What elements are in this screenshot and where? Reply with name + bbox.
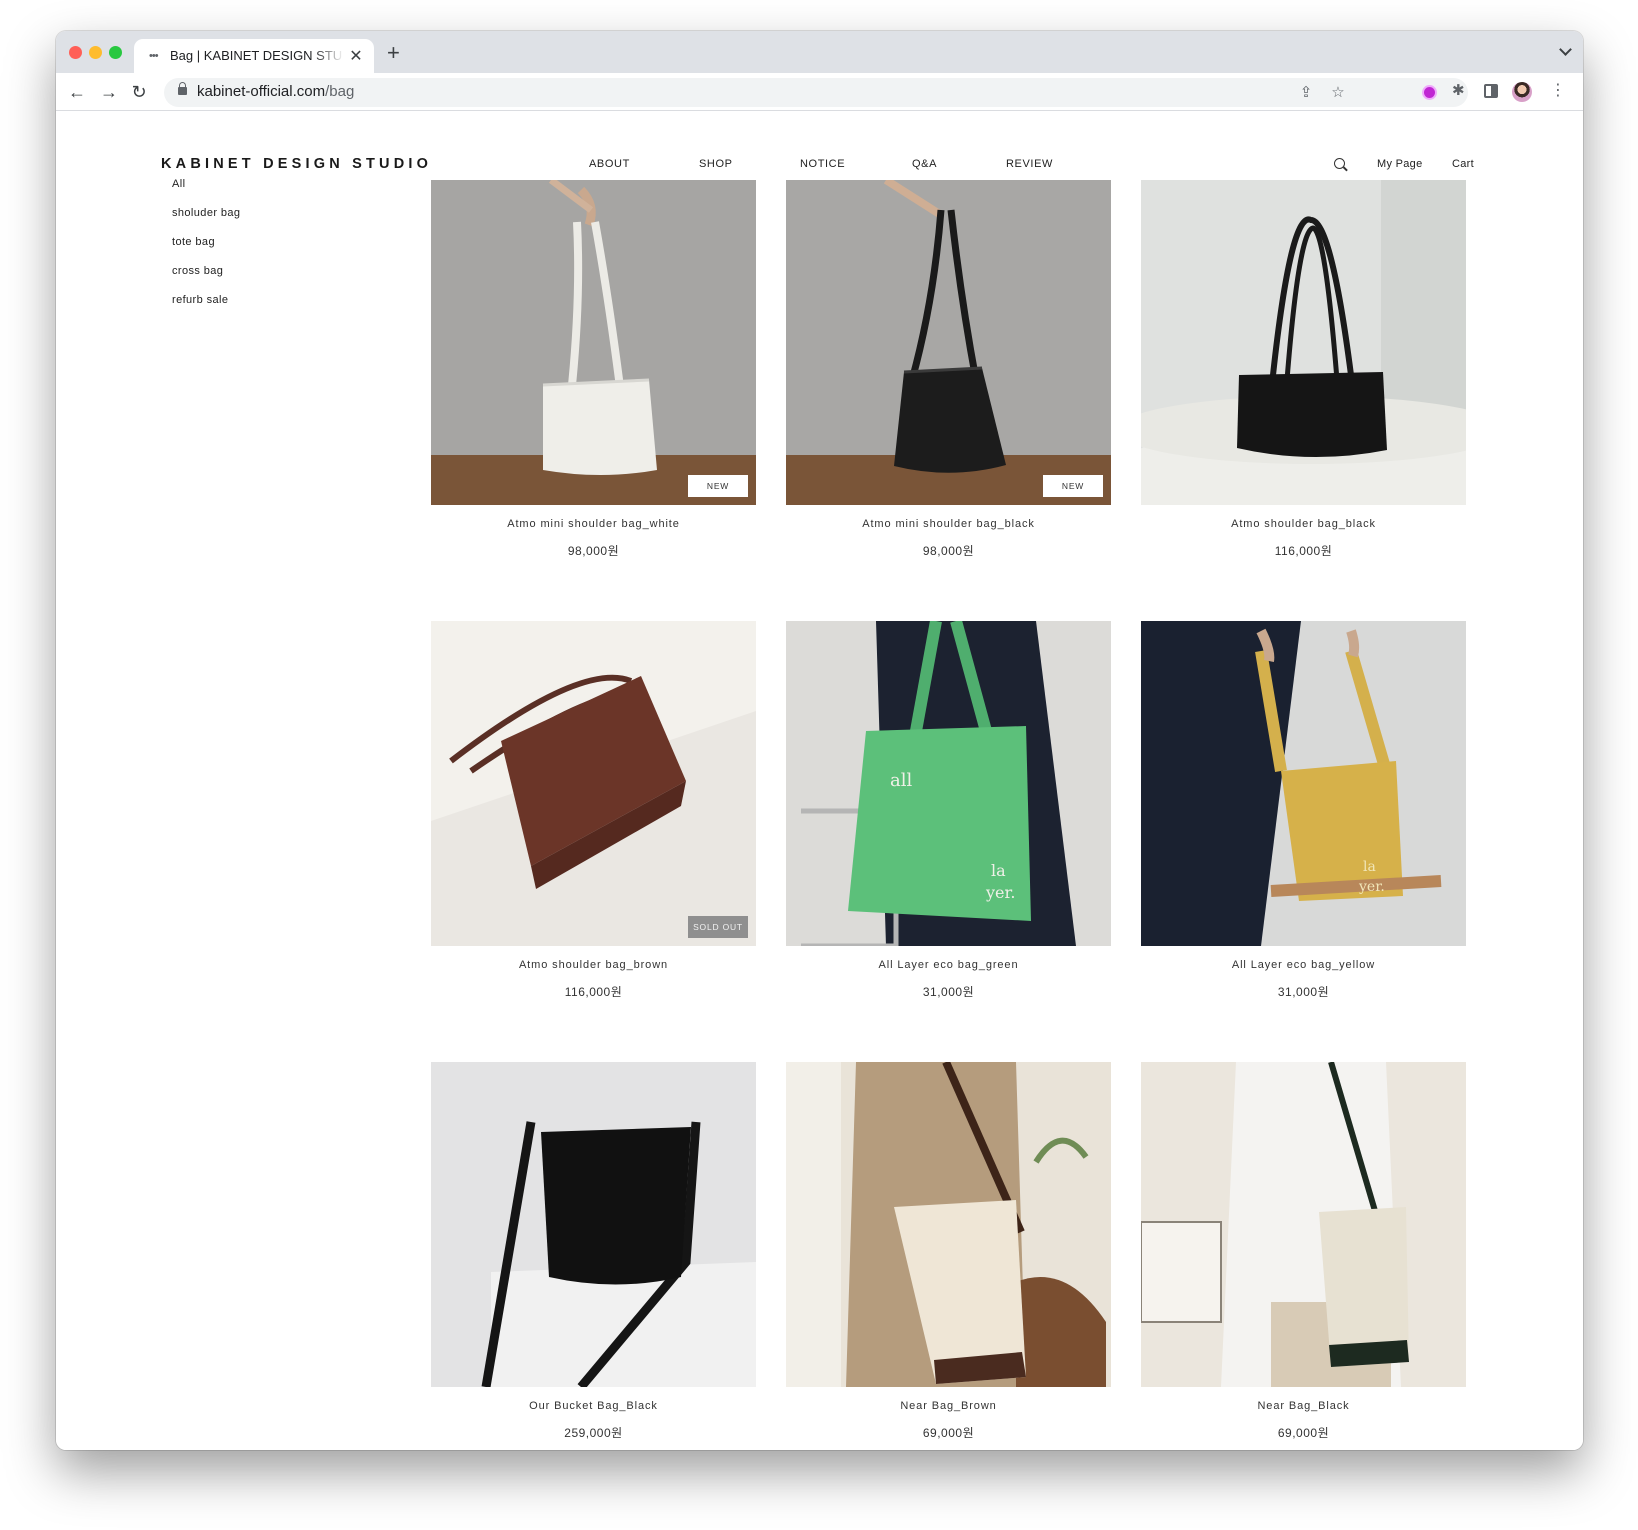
screenshot-stage: ••• Bag | KABINET DESIGN STUDIO ✕ + ← → …: [0, 0, 1638, 1530]
profile-avatar[interactable]: [1512, 82, 1532, 102]
product-card[interactable]: NEW Atmo mini shoulder bag_white 98,000원: [431, 180, 756, 558]
sidebar-item-tote-bag[interactable]: tote bag: [172, 236, 215, 248]
product-card[interactable]: Near Bag_Brown 69,000원: [786, 1062, 1111, 1440]
product-price: 116,000원: [1274, 544, 1333, 558]
product-card[interactable]: Our Bucket Bag_Black 259,000원: [431, 1062, 756, 1440]
product-price: 69,000원: [1277, 1426, 1330, 1440]
product-price: 259,000원: [564, 1426, 623, 1440]
product-photo-black-bucket-bag: [431, 1062, 756, 1387]
product-name[interactable]: Atmo shoulder bag_brown: [431, 959, 756, 971]
share-icon[interactable]: ⇪: [1296, 83, 1316, 101]
product-image[interactable]: la yer.: [1141, 621, 1466, 946]
sidebar-item-cross-bag[interactable]: cross bag: [172, 265, 223, 277]
url-host: kabinet-official.com: [197, 83, 326, 100]
plus-icon[interactable]: +: [387, 40, 400, 66]
svg-text:yer.: yer.: [1358, 879, 1385, 895]
nav-about[interactable]: ABOUT: [589, 158, 630, 170]
svg-text:yer.: yer.: [985, 883, 1015, 902]
nav-review[interactable]: REVIEW: [1006, 158, 1053, 170]
product-image[interactable]: [1141, 180, 1466, 505]
product-photo-black-shoulder-bag: [1141, 180, 1466, 505]
cart-link[interactable]: Cart: [1452, 158, 1474, 170]
product-image[interactable]: NEW: [431, 180, 756, 505]
product-image[interactable]: all la yer.: [786, 621, 1111, 946]
product-card[interactable]: Near Bag_Black 69,000원: [1141, 1062, 1466, 1440]
back-arrow-icon[interactable]: ←: [64, 79, 90, 105]
favicon-icon: •••: [149, 50, 159, 62]
product-price: 116,000원: [564, 985, 623, 999]
product-photo-green-eco-bag: all la yer.: [786, 621, 1111, 946]
tab-title-fade: [314, 45, 344, 67]
kebab-menu-icon[interactable]: ⋮: [1550, 80, 1566, 99]
product-price: 31,000원: [1277, 985, 1330, 999]
product-photo-yellow-eco-bag: la yer.: [1141, 621, 1466, 946]
svg-text:la: la: [1363, 859, 1376, 875]
product-photo-black-mini-shoulder-bag: [786, 180, 1111, 505]
product-name[interactable]: All Layer eco bag_green: [786, 959, 1111, 971]
product-price: 98,000원: [922, 544, 975, 558]
badge-new: NEW: [1043, 475, 1103, 497]
product-name[interactable]: Atmo shoulder bag_black: [1141, 518, 1466, 530]
url-path: /bag: [325, 83, 355, 100]
close-window-button[interactable]: [69, 46, 82, 59]
browser-window: ••• Bag | KABINET DESIGN STUDIO ✕ + ← → …: [56, 31, 1583, 1450]
badge-sold-out: SOLD OUT: [688, 916, 748, 938]
browser-toolbar: ← → ↻ kabinet-official.com/bag ⇪ ☆ ✱ ⋮: [56, 73, 1583, 111]
product-name[interactable]: Near Bag_Black: [1141, 1400, 1466, 1412]
product-image[interactable]: NEW: [786, 180, 1111, 505]
nav-notice[interactable]: NOTICE: [800, 158, 845, 170]
product-name[interactable]: Atmo mini shoulder bag_black: [786, 518, 1111, 530]
tab-search-chevron-down-icon[interactable]: [1559, 43, 1572, 56]
product-card[interactable]: la yer. All Layer eco bag_yellow 31,000원: [1141, 621, 1466, 999]
product-image[interactable]: [1141, 1062, 1466, 1387]
search-icon[interactable]: [1334, 158, 1345, 169]
product-photo-near-bag-black: [1141, 1062, 1466, 1387]
product-photo-near-bag-brown: [786, 1062, 1111, 1387]
product-photo-brown-shoulder-bag: [431, 621, 756, 946]
product-card[interactable]: SOLD OUT Atmo shoulder bag_brown 116,000…: [431, 621, 756, 999]
svg-text:all: all: [890, 770, 912, 791]
product-card[interactable]: NEW Atmo mini shoulder bag_black 98,000원: [786, 180, 1111, 558]
product-name[interactable]: Near Bag_Brown: [786, 1400, 1111, 1412]
puzzle-icon[interactable]: ✱: [1452, 81, 1468, 99]
side-panel-icon[interactable]: [1484, 84, 1498, 98]
browser-tab-active[interactable]: ••• Bag | KABINET DESIGN STUDIO ✕: [134, 39, 374, 73]
sidebar-item-refurb-sale[interactable]: refurb sale: [172, 294, 228, 306]
product-card[interactable]: Atmo shoulder bag_black 116,000원: [1141, 180, 1466, 558]
page-viewport: KABINET DESIGN STUDIO ABOUT SHOP NOTICE …: [56, 112, 1583, 1450]
star-icon[interactable]: ☆: [1328, 83, 1348, 101]
product-photo-white-mini-shoulder-bag: [431, 180, 756, 505]
forward-arrow-icon[interactable]: →: [96, 79, 122, 105]
product-price: 31,000원: [922, 985, 975, 999]
extension-icon[interactable]: [1422, 85, 1437, 100]
lock-icon: [178, 82, 187, 95]
product-price: 69,000원: [922, 1426, 975, 1440]
url-text[interactable]: kabinet-official.com/bag: [197, 83, 354, 100]
product-image[interactable]: SOLD OUT: [431, 621, 756, 946]
product-name[interactable]: Atmo mini shoulder bag_white: [431, 518, 756, 530]
product-name[interactable]: Our Bucket Bag_Black: [431, 1400, 756, 1412]
svg-text:la: la: [991, 861, 1006, 880]
product-name[interactable]: All Layer eco bag_yellow: [1141, 959, 1466, 971]
badge-new: NEW: [688, 475, 748, 497]
product-image[interactable]: [431, 1062, 756, 1387]
nav-qna[interactable]: Q&A: [912, 158, 937, 170]
nav-shop[interactable]: SHOP: [699, 158, 733, 170]
my-page-link[interactable]: My Page: [1377, 158, 1423, 170]
maximize-window-button[interactable]: [109, 46, 122, 59]
minimize-window-button[interactable]: [89, 46, 102, 59]
reload-icon[interactable]: ↻: [126, 79, 152, 105]
tab-strip: ••• Bag | KABINET DESIGN STUDIO ✕ +: [56, 31, 1583, 73]
product-card[interactable]: all la yer. All Layer eco bag_green 31,0…: [786, 621, 1111, 999]
sidebar-item-all[interactable]: All: [172, 178, 185, 190]
site-logo[interactable]: KABINET DESIGN STUDIO: [161, 156, 432, 172]
product-price: 98,000원: [567, 544, 620, 558]
product-image[interactable]: [786, 1062, 1111, 1387]
address-bar[interactable]: kabinet-official.com/bag ⇪ ☆: [164, 78, 1468, 107]
close-icon[interactable]: ✕: [347, 46, 365, 66]
sidebar-item-shoulder-bag[interactable]: sholuder bag: [172, 207, 240, 219]
